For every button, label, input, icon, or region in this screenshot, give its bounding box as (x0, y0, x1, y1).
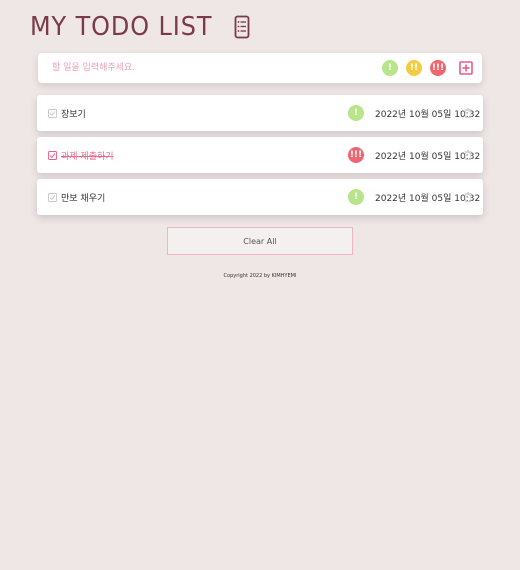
trash-icon (464, 192, 472, 202)
priority-low-button[interactable]: ! (382, 60, 398, 76)
todo-text: 장보기 (61, 110, 86, 120)
trash-icon (464, 108, 472, 118)
trash-icon (464, 150, 472, 160)
priority-selector: ! !! !!! (382, 60, 446, 76)
app-header: MY TODO LIST (30, 12, 250, 42)
todo-checkbox[interactable] (48, 151, 57, 160)
todo-checkbox[interactable] (48, 193, 57, 202)
todo-priority-badge: !!! (348, 147, 364, 163)
clear-all-button[interactable]: Clear All (167, 227, 353, 255)
delete-button[interactable] (464, 150, 472, 160)
notepad-icon (234, 15, 250, 39)
delete-button[interactable] (464, 192, 472, 202)
copyright-text: Copyright 2022 by KIMHYEMI (223, 273, 297, 279)
checkbox-icon (48, 193, 57, 202)
todo-app: MY TODO LIST ! !! !!! (0, 0, 520, 570)
delete-button[interactable] (464, 108, 472, 118)
priority-high-button[interactable]: !!! (430, 60, 446, 76)
plus-square-icon (459, 61, 473, 75)
todo-checkbox[interactable] (48, 109, 57, 118)
todo-item: 과제 제출하기 !!! 2022년 10월 05일 10:32 (37, 137, 483, 173)
todo-item: 장보기 ! 2022년 10월 05일 10:32 (37, 95, 483, 131)
app-title: MY TODO LIST (30, 12, 213, 42)
add-todo-button[interactable] (459, 61, 473, 75)
priority-medium-button[interactable]: !! (406, 60, 422, 76)
todo-priority-badge: ! (348, 105, 364, 121)
checkbox-icon (48, 109, 57, 118)
todo-text: 만보 채우기 (61, 194, 106, 204)
todo-text: 과제 제출하기 (61, 152, 114, 162)
todo-item: 만보 채우기 ! 2022년 10월 05일 10:32 (37, 179, 483, 215)
checkbox-checked-icon (48, 151, 57, 160)
todo-priority-badge: ! (348, 189, 364, 205)
todo-input[interactable] (50, 62, 354, 74)
todo-list: 장보기 ! 2022년 10월 05일 10:32 과제 제출하기 !!! 20 (37, 95, 483, 221)
todo-input-bar: ! !! !!! (38, 53, 482, 83)
